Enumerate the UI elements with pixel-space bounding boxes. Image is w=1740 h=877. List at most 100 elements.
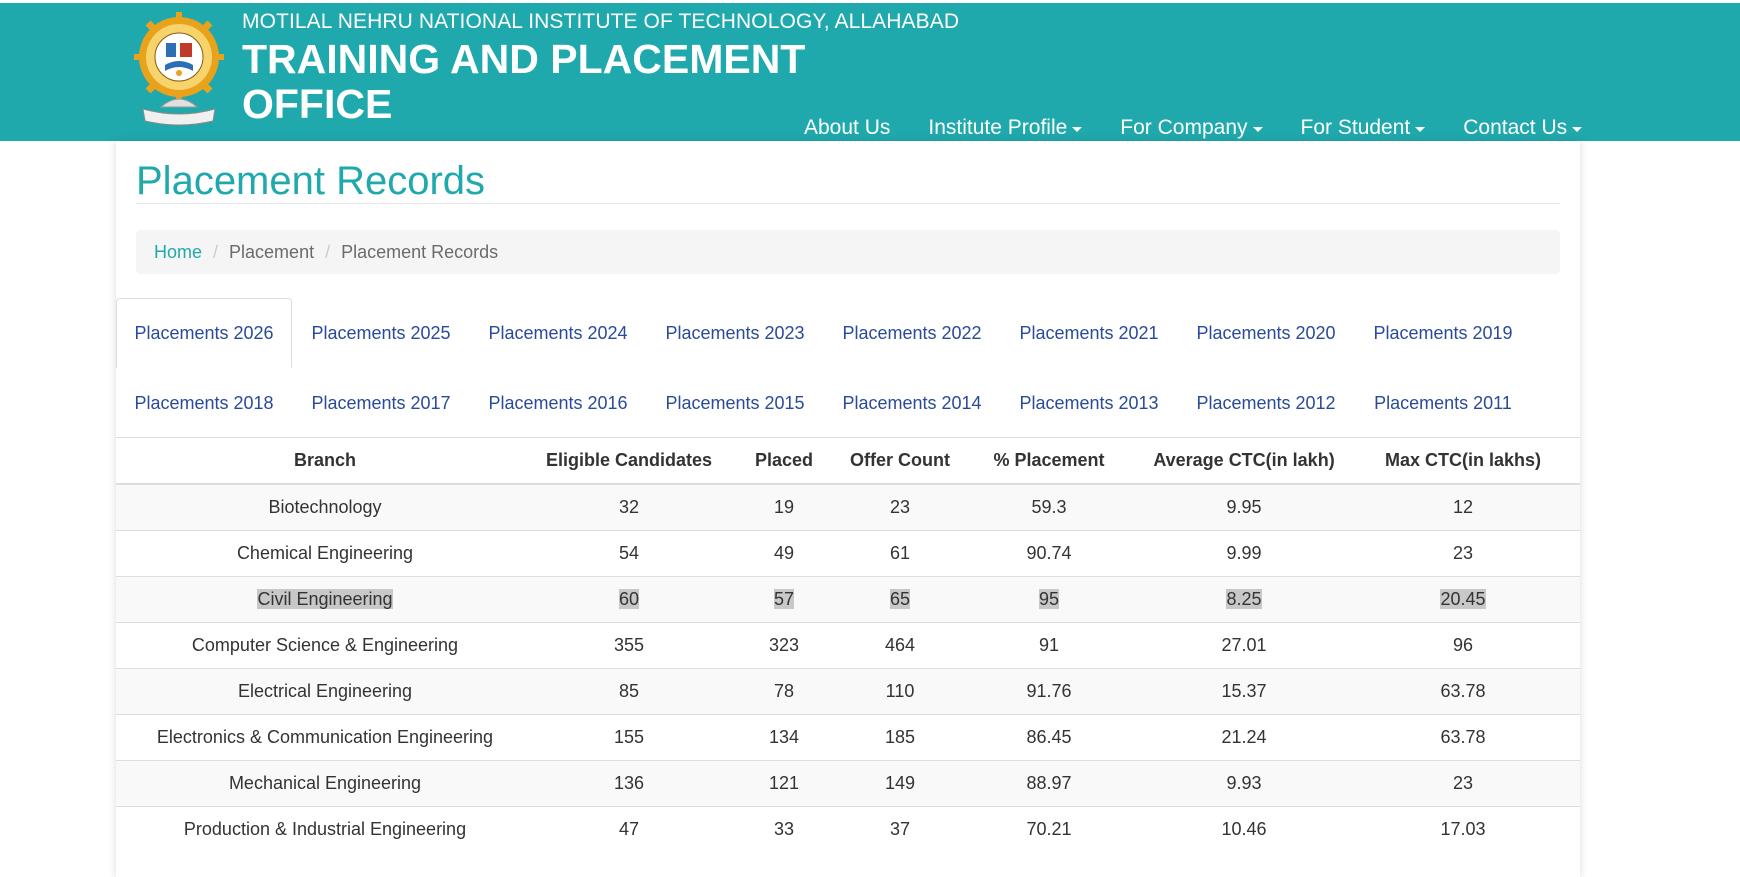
cell-average-ctc: 10.46 (1142, 805, 1346, 852)
table-row: Chemical Engineering 54 49 61 90.74 9.99… (116, 529, 1580, 576)
selected-text: 95 (1038, 588, 1060, 609)
table-row: Mechanical Engineering 136 121 149 88.97… (116, 759, 1580, 806)
cell-average-ctc: 15.37 (1142, 667, 1346, 714)
breadcrumb-current: Placement Records (341, 241, 499, 262)
tab-placements-2020[interactable]: Placements 2020 (1178, 298, 1354, 368)
table-row: Biotechnology 32 19 23 59.3 9.95 12 (116, 483, 1580, 530)
cell-placed: 49 (724, 529, 844, 576)
nav-contact-us[interactable]: Contact Us (1444, 116, 1601, 140)
cell-percent: 88.97 (956, 759, 1142, 806)
tab-placements-2025[interactable]: Placements 2025 (293, 298, 469, 368)
site-header: MOTILAL NEHRU NATIONAL INSTITUTE OF TECH… (0, 3, 1740, 141)
cell-placed: 323 (724, 621, 844, 668)
cell-placed: 33 (724, 805, 844, 852)
tab-placements-2014[interactable]: Placements 2014 (824, 368, 1000, 438)
placement-table: Branch Eligible Candidates Placed Offer … (116, 438, 1580, 852)
cell-placed: 134 (724, 713, 844, 760)
nav-about-us-label: About Us (804, 116, 891, 139)
caret-down-icon (1415, 127, 1426, 132)
breadcrumb-separator: / (325, 241, 331, 262)
cell-max-ctc: 12 (1346, 483, 1580, 530)
table-row: Electrical Engineering 85 78 110 91.76 1… (116, 667, 1580, 714)
table-header-row: Branch Eligible Candidates Placed Offer … (116, 438, 1580, 485)
tab-placements-2019[interactable]: Placements 2019 (1355, 298, 1531, 368)
institute-name: MOTILAL NEHRU NATIONAL INSTITUTE OF TECH… (242, 10, 960, 33)
caret-down-icon (1572, 127, 1583, 132)
breadcrumb-home[interactable]: Home (154, 242, 202, 263)
cell-branch: Production & Industrial Engineering (116, 805, 534, 852)
tab-placements-2023[interactable]: Placements 2023 (647, 298, 823, 368)
table-row: Computer Science & Engineering 355 323 4… (116, 621, 1580, 668)
col-eligible: Eligible Candidates (534, 438, 724, 485)
tab-placements-2018[interactable]: Placements 2018 (116, 368, 292, 438)
nav-for-company[interactable]: For Company (1101, 116, 1281, 140)
cell-average-ctc: 9.93 (1142, 759, 1346, 806)
tab-placements-2026[interactable]: Placements 2026 (116, 298, 292, 368)
cell-placed: 57 (724, 575, 844, 622)
cell-offer-count: 37 (844, 805, 956, 852)
year-tabs: Placements 2026 Placements 2025 Placemen… (116, 298, 1580, 438)
tab-placements-2013[interactable]: Placements 2013 (1001, 368, 1177, 438)
tab-placements-2011[interactable]: Placements 2011 (1355, 368, 1531, 438)
cell-offer-count: 61 (844, 529, 956, 576)
cell-offer-count: 185 (844, 713, 956, 760)
selected-text: 20.45 (1440, 588, 1486, 609)
cell-placed: 19 (724, 483, 844, 530)
office-title: TRAINING AND PLACEMENT OFFICE (242, 36, 806, 127)
caret-down-icon (1252, 127, 1263, 132)
table-row: Electronics & Communication Engineering … (116, 713, 1580, 760)
cell-percent: 90.74 (956, 529, 1142, 576)
cell-percent: 91.76 (956, 667, 1142, 714)
cell-branch: Electronics & Communication Engineering (116, 713, 534, 760)
cell-eligible: 155 (534, 713, 724, 760)
cell-average-ctc: 9.95 (1142, 483, 1346, 530)
nav-institute-profile-label: Institute Profile (928, 116, 1068, 139)
col-branch: Branch (116, 438, 534, 485)
placement-table-wrap: Branch Eligible Candidates Placed Offer … (116, 438, 1580, 852)
nav-for-student[interactable]: For Student (1282, 116, 1445, 140)
tab-placements-2015[interactable]: Placements 2015 (647, 368, 823, 438)
cell-eligible: 60 (534, 575, 724, 622)
cell-max-ctc: 17.03 (1346, 805, 1580, 852)
cell-max-ctc: 63.78 (1346, 713, 1580, 760)
institute-seal-logo[interactable] (133, 7, 225, 129)
cell-max-ctc: 20.45 (1346, 575, 1580, 622)
cell-eligible: 136 (534, 759, 724, 806)
cell-placed: 121 (724, 759, 844, 806)
cell-branch: Chemical Engineering (116, 529, 534, 576)
cell-branch: Mechanical Engineering (116, 759, 534, 806)
nav-about-us[interactable]: About Us (785, 116, 909, 140)
cell-offer-count: 464 (844, 621, 956, 668)
cell-offer-count: 149 (844, 759, 956, 806)
cell-branch: Computer Science & Engineering (116, 621, 534, 668)
col-placed: Placed (724, 438, 844, 485)
cell-percent: 70.21 (956, 805, 1142, 852)
cell-branch: Biotechnology (116, 483, 534, 530)
col-percent-placement: % Placement (956, 438, 1142, 485)
nav-for-student-label: For Student (1300, 116, 1411, 139)
tab-placements-2024[interactable]: Placements 2024 (470, 298, 646, 368)
breadcrumb-placement: Placement (229, 241, 315, 262)
tab-placements-2022[interactable]: Placements 2022 (824, 298, 1000, 368)
cell-percent: 86.45 (956, 713, 1142, 760)
selected-text: Civil Engineering (257, 588, 393, 609)
main-nav: About Us Institute Profile For Company F… (785, 111, 1601, 145)
cell-placed: 78 (724, 667, 844, 714)
tab-placements-2017[interactable]: Placements 2017 (293, 368, 469, 438)
nav-institute-profile[interactable]: Institute Profile (909, 116, 1101, 140)
tab-placements-2021[interactable]: Placements 2021 (1001, 298, 1177, 368)
cell-percent: 95 (956, 575, 1142, 622)
nav-contact-us-label: Contact Us (1463, 116, 1568, 139)
cell-eligible: 355 (534, 621, 724, 668)
cell-average-ctc: 8.25 (1142, 575, 1346, 622)
selected-text: 57 (773, 588, 795, 609)
tab-placements-2016[interactable]: Placements 2016 (470, 368, 646, 438)
nav-for-company-label: For Company (1120, 116, 1248, 139)
cell-percent: 59.3 (956, 483, 1142, 530)
tab-placements-2012[interactable]: Placements 2012 (1178, 368, 1354, 438)
main-content: Placement Records Home / Placement / Pla… (116, 141, 1580, 877)
selected-text: 65 (889, 588, 911, 609)
cell-offer-count: 65 (844, 575, 956, 622)
cell-branch: Civil Engineering (116, 575, 534, 622)
cell-average-ctc: 27.01 (1142, 621, 1346, 668)
